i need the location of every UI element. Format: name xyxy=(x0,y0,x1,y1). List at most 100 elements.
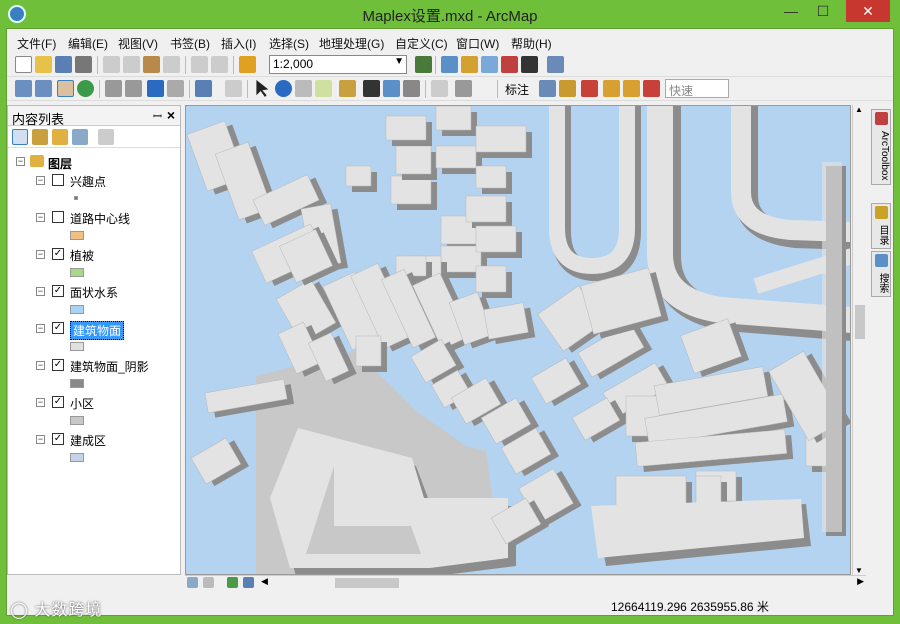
hyperlink-icon[interactable] xyxy=(295,80,312,97)
layer-name[interactable]: 建成区 xyxy=(70,432,106,449)
fixed-zoom-in-icon[interactable] xyxy=(105,80,122,97)
go-to-xy-icon[interactable] xyxy=(403,80,420,97)
menu-edit[interactable]: 编辑(E) xyxy=(68,35,108,52)
redo-icon[interactable] xyxy=(211,56,228,73)
layer-name[interactable]: 建筑物面_阴影 xyxy=(70,358,149,375)
layer-name[interactable]: 小区 xyxy=(70,395,94,412)
forward-extent-icon[interactable] xyxy=(167,80,184,97)
data-view-icon[interactable] xyxy=(187,577,198,588)
zoom-out-icon[interactable] xyxy=(35,80,52,97)
menu-file[interactable]: 文件(F) xyxy=(17,35,56,52)
undo-icon[interactable] xyxy=(191,56,208,73)
find-route-icon[interactable] xyxy=(383,80,400,97)
close-button[interactable]: ✕ xyxy=(846,0,890,22)
view-unplaced-labels-icon[interactable] xyxy=(643,80,660,97)
collapse-icon[interactable]: − xyxy=(36,287,45,296)
new-document-icon[interactable] xyxy=(15,56,32,73)
layer-visibility-checkbox[interactable] xyxy=(52,211,64,223)
scroll-right-icon[interactable]: ▶ xyxy=(857,576,864,587)
select-elements-icon[interactable] xyxy=(256,80,269,97)
minimize-button[interactable]: — xyxy=(776,0,806,22)
list-by-source-icon[interactable] xyxy=(32,129,48,145)
scroll-up-icon[interactable]: ▲ xyxy=(855,105,863,114)
layer-name[interactable]: 植被 xyxy=(70,247,94,264)
scroll-left-icon[interactable]: ◀ xyxy=(261,576,268,587)
zoom-in-icon[interactable] xyxy=(15,80,32,97)
map-vertical-scrollbar[interactable]: ▲ ▼ xyxy=(852,105,866,575)
table-of-contents-icon[interactable] xyxy=(441,56,458,73)
layer-visibility-checkbox[interactable]: ✓ xyxy=(52,359,64,371)
layer-row[interactable]: − ✓ 植被 xyxy=(14,246,174,277)
menu-bookmarks[interactable]: 书签(B) xyxy=(170,35,210,52)
clear-selection-icon[interactable] xyxy=(225,80,242,97)
find-icon[interactable] xyxy=(363,80,380,97)
python-window-icon[interactable] xyxy=(521,56,538,73)
labeling-menu[interactable]: 标注 xyxy=(505,81,529,98)
layer-row[interactable]: − ✓ 建成区 xyxy=(14,431,174,462)
collapse-icon[interactable]: − xyxy=(36,398,45,407)
menu-selection[interactable]: 选择(S) xyxy=(269,35,309,52)
vertical-scroll-thumb[interactable] xyxy=(855,305,865,339)
catalog-window-icon[interactable] xyxy=(461,56,478,73)
pause-labeling-icon[interactable] xyxy=(623,80,640,97)
layout-view-icon[interactable] xyxy=(203,577,214,588)
menu-view[interactable]: 视图(V) xyxy=(118,35,158,52)
refresh-icon[interactable] xyxy=(227,577,238,588)
model-builder-icon[interactable] xyxy=(547,56,564,73)
layer-symbol-swatch[interactable] xyxy=(70,305,84,314)
back-extent-icon[interactable] xyxy=(147,80,164,97)
label-weight-icon[interactable] xyxy=(581,80,598,97)
collapse-icon[interactable]: − xyxy=(36,361,45,370)
measure-icon[interactable] xyxy=(339,80,356,97)
labeling-mode-combo[interactable]: 快速 xyxy=(665,79,729,98)
collapse-icon[interactable]: − xyxy=(36,435,45,444)
menu-geoprocessing[interactable]: 地理处理(G) xyxy=(319,35,384,52)
layer-name[interactable]: 面状水系 xyxy=(70,284,118,301)
layer-visibility-checkbox[interactable]: ✓ xyxy=(52,322,64,334)
scroll-down-icon[interactable]: ▼ xyxy=(855,566,863,575)
layer-name[interactable]: 建筑物面 xyxy=(70,321,125,340)
arctoolbox-tab[interactable]: ArcToolbox xyxy=(871,109,891,185)
layer-visibility-checkbox[interactable]: ✓ xyxy=(52,285,64,297)
add-data-icon[interactable] xyxy=(239,56,256,73)
search-window-icon[interactable] xyxy=(481,56,498,73)
collapse-icon[interactable]: − xyxy=(36,324,45,333)
layer-symbol-swatch[interactable] xyxy=(74,196,78,200)
layer-visibility-checkbox[interactable]: ✓ xyxy=(52,433,64,445)
layer-row[interactable]: − ✓ 小区 xyxy=(14,394,174,425)
pan-icon[interactable] xyxy=(57,80,74,97)
delete-icon[interactable] xyxy=(163,56,180,73)
collapse-icon[interactable]: − xyxy=(36,213,45,222)
time-slider-icon[interactable] xyxy=(431,80,448,97)
list-by-visibility-icon[interactable] xyxy=(52,129,68,145)
maximize-button[interactable]: ☐ xyxy=(808,0,838,22)
layer-visibility-checkbox[interactable] xyxy=(52,174,64,186)
layer-row[interactable]: − ✓ 建筑物面 xyxy=(14,320,174,351)
menu-help[interactable]: 帮助(H) xyxy=(511,35,552,52)
pause-drawing-icon[interactable] xyxy=(243,577,254,588)
map-scale-combo[interactable]: 1:2,000 ▼ xyxy=(269,55,407,74)
list-by-selection-icon[interactable] xyxy=(72,129,88,145)
menu-windows[interactable]: 窗口(W) xyxy=(456,35,499,52)
copy-icon[interactable] xyxy=(123,56,140,73)
lock-labels-icon[interactable] xyxy=(603,80,620,97)
layer-visibility-checkbox[interactable]: ✓ xyxy=(52,248,64,260)
layer-symbol-swatch[interactable] xyxy=(70,231,84,240)
layer-row[interactable]: − ✓ 建筑物面_阴影 xyxy=(14,357,174,388)
print-icon[interactable] xyxy=(75,56,92,73)
layer-symbol-swatch[interactable] xyxy=(70,342,84,351)
save-icon[interactable] xyxy=(55,56,72,73)
paste-icon[interactable] xyxy=(143,56,160,73)
layer-symbol-swatch[interactable] xyxy=(70,453,84,462)
menu-insert[interactable]: 插入(I) xyxy=(221,35,256,52)
collapse-icon[interactable]: − xyxy=(36,250,45,259)
identify-icon[interactable] xyxy=(275,80,292,97)
layer-visibility-checkbox[interactable]: ✓ xyxy=(52,396,64,408)
layer-symbol-swatch[interactable] xyxy=(70,268,84,277)
layers-root[interactable]: − 图层 xyxy=(14,154,174,172)
label-priority-icon[interactable] xyxy=(559,80,576,97)
create-viewer-icon[interactable] xyxy=(455,80,472,97)
horizontal-scroll-thumb[interactable] xyxy=(335,578,399,588)
layer-name[interactable]: 兴趣点 xyxy=(70,173,106,190)
search-tab[interactable]: 搜索 xyxy=(871,251,891,297)
